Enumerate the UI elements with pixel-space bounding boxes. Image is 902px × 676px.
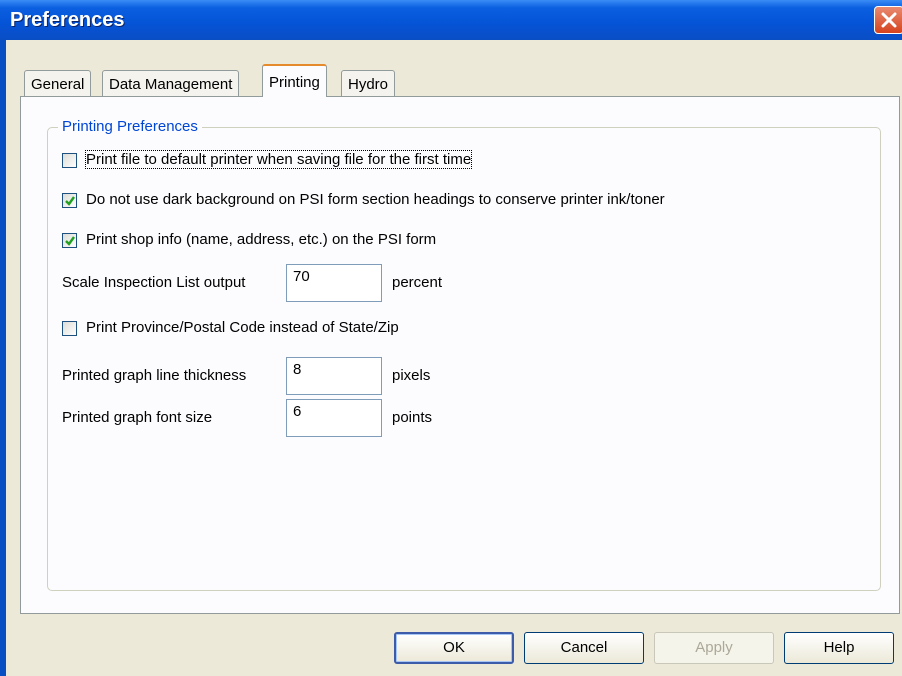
window-left-border: [0, 40, 6, 676]
no-dark-background-checkbox[interactable]: [62, 193, 77, 208]
help-button[interactable]: Help: [784, 632, 894, 664]
group-title: Printing Preferences: [58, 118, 202, 135]
tab-general[interactable]: General: [24, 70, 92, 96]
cancel-button[interactable]: Cancel: [524, 632, 644, 664]
line-thickness-label: Printed graph line thickness: [62, 367, 247, 384]
shop-info-checkbox[interactable]: [62, 233, 77, 248]
scale-label: Scale Inspection List output: [62, 274, 246, 291]
line-thickness-unit: pixels: [392, 367, 431, 384]
tab-hydro[interactable]: Hydro: [341, 70, 396, 96]
close-button[interactable]: [874, 6, 902, 34]
province-postal-checkbox[interactable]: [62, 321, 77, 336]
font-size-input[interactable]: 6: [286, 399, 382, 437]
window-title: Preferences: [10, 9, 125, 31]
ok-button[interactable]: OK: [394, 632, 514, 664]
scale-input[interactable]: 70: [286, 264, 382, 302]
tab-printing[interactable]: Printing: [262, 64, 327, 97]
no-dark-background-label[interactable]: Do not use dark background on PSI form s…: [86, 191, 665, 208]
province-postal-label[interactable]: Print Province/Postal Code instead of St…: [86, 319, 399, 336]
title-bar: Preferences: [0, 0, 902, 40]
scale-unit: percent: [392, 274, 443, 291]
shop-info-label[interactable]: Print shop info (name, address, etc.) on…: [86, 231, 436, 248]
line-thickness-input[interactable]: 8: [286, 357, 382, 395]
checkmark-icon: [65, 236, 75, 246]
close-icon: [881, 12, 897, 28]
print-default-label[interactable]: Print file to default printer when savin…: [84, 150, 473, 169]
tab-panel-printing: [20, 96, 900, 614]
apply-button[interactable]: Apply: [654, 632, 774, 664]
checkmark-icon: [65, 196, 75, 206]
font-size-unit: points: [392, 409, 433, 426]
print-default-checkbox[interactable]: [62, 153, 77, 168]
font-size-label: Printed graph font size: [62, 409, 213, 426]
tab-data-management[interactable]: Data Management: [102, 70, 240, 96]
